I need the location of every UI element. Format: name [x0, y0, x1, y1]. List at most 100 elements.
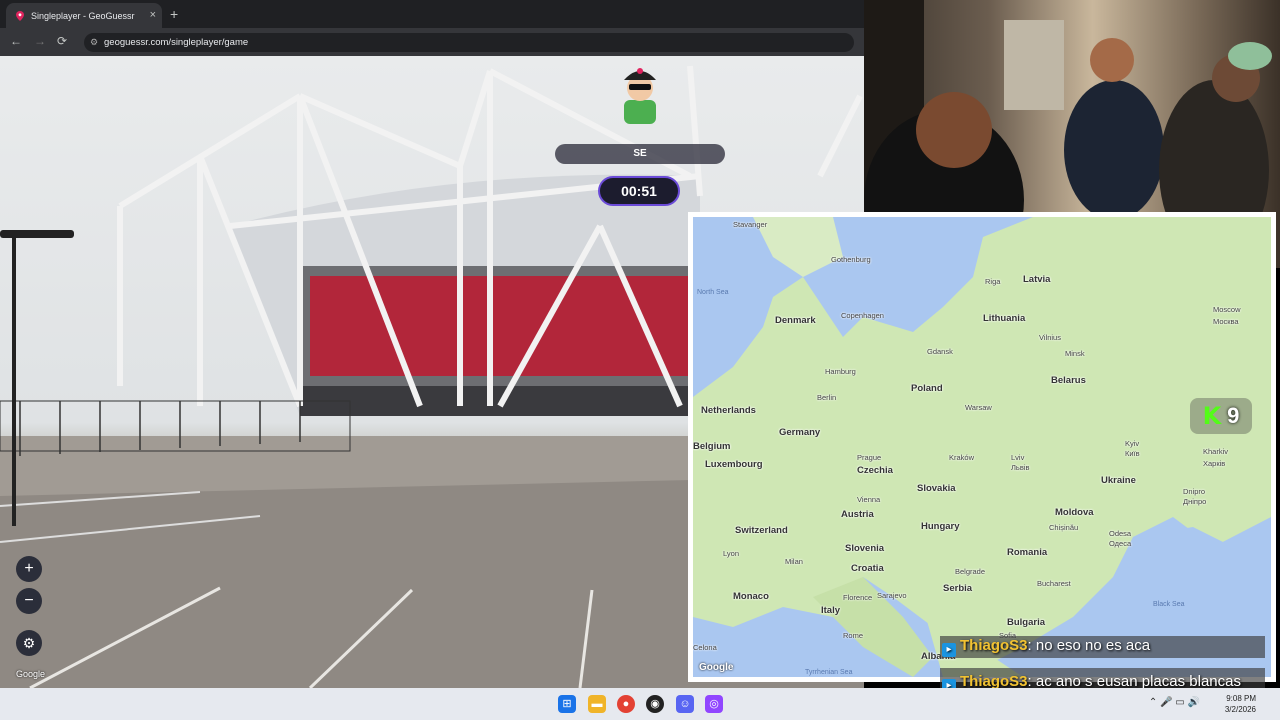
map-country-label: Italy [821, 605, 841, 616]
map-city-label: Stavanger [733, 220, 768, 229]
clock[interactable]: 9:08 PM 3/2/2026 [1225, 693, 1256, 715]
map-city-label: Київ [1125, 449, 1140, 458]
clock-time: 9:08 PM [1226, 694, 1256, 703]
map-city-label: Chișinău [1049, 523, 1079, 532]
clock-date: 3/2/2026 [1224, 705, 1256, 714]
map-country-label: Monaco [733, 591, 769, 602]
google-logo: Google [16, 669, 46, 679]
windows-taskbar: ⊞ ▬ ● ◉ ☺ ◎ ⌃ 🎤 ▭ 🔊 9:08 PM 3/2/2026 [0, 688, 1280, 720]
guess-map[interactable]: Latvia Lithuania Denmark Belarus Poland Nethe… [688, 212, 1276, 682]
map-city-label: Minsk [1065, 349, 1085, 358]
map-city-label: Celona [693, 643, 717, 652]
map-city-label: Riga [985, 277, 1001, 286]
map-city-label: Vilnius [1039, 333, 1061, 342]
timer-value: 00:51 [621, 183, 657, 199]
new-tab-button[interactable]: + [170, 6, 178, 22]
map-country-label: Luxembourg [705, 459, 763, 470]
tab-title: Singleplayer - GeoGuessr [31, 10, 135, 21]
zoom-out-button[interactable]: − [16, 588, 42, 614]
map-sea-label: North Sea [697, 289, 729, 296]
map-country-label: Ukraine [1101, 475, 1136, 486]
back-button[interactable]: ← [10, 34, 22, 48]
map-city-label: Харків [1203, 459, 1226, 468]
map-city-label: Rome [843, 631, 864, 640]
geoguessr-favicon-icon [16, 10, 24, 21]
compass-bar: SE [555, 144, 725, 164]
address-bar-row: ← → ⟳ ⚙ geoguessr.com/singleplayer/game [0, 28, 864, 56]
map-country-label: Denmark [775, 315, 816, 326]
map-country-label: Latvia [1023, 274, 1051, 285]
map-city-label: Москва [1213, 317, 1239, 326]
map-canvas[interactable]: Latvia Lithuania Denmark Belarus Poland Nethe… [693, 217, 1271, 677]
map-country-label: Czechia [857, 465, 893, 476]
map-city-label: Berlin [817, 393, 837, 402]
forward-button[interactable]: → [34, 34, 46, 48]
map-city-label: Florence [843, 593, 873, 602]
map-city-label: Lyon [723, 549, 739, 558]
map-city-label: Odesa [1109, 529, 1132, 538]
url-field[interactable]: ⚙ geoguessr.com/singleplayer/game [84, 33, 854, 52]
viewer-count: 9 [1227, 403, 1240, 428]
start-menu-icon[interactable]: ⊞ [558, 695, 576, 713]
map-country-label: Netherlands [701, 405, 756, 416]
chat-text: : no eso no es aca [1027, 637, 1151, 654]
map-city-label: Prague [857, 453, 882, 462]
map-country-label: Moldova [1055, 507, 1094, 518]
compass-heading: SE [633, 148, 647, 159]
map-country-label: Germany [779, 427, 821, 438]
reload-button[interactable]: ⟳ [57, 34, 67, 48]
map-city-label: Kyiv [1125, 439, 1140, 448]
map-country-label: Hungary [921, 521, 960, 532]
tab-close-icon[interactable]: × [150, 9, 156, 21]
map-country-label: Romania [1007, 547, 1048, 558]
site-info-icon[interactable]: ⚙ [90, 33, 98, 52]
map-country-label: Bulgaria [1007, 617, 1046, 628]
map-country-label: Croatia [851, 563, 884, 574]
map-country-label: Switzerland [735, 525, 788, 536]
map-city-label: Copenhagen [841, 311, 884, 320]
chat-badge-icon: ▸ [942, 643, 956, 657]
map-city-label: Bucharest [1037, 579, 1071, 588]
kick-logo-icon: K [1202, 402, 1222, 430]
map-city-label: Warsaw [965, 403, 992, 412]
discord-icon[interactable]: ☺ [676, 695, 694, 713]
map-city-label: Moscow [1213, 305, 1241, 314]
map-country-label: Lithuania [983, 313, 1026, 324]
map-city-label: Kraków [949, 453, 975, 462]
zoom-in-button[interactable]: + [16, 556, 42, 582]
map-sea-label: Tyrrhenian Sea [805, 669, 853, 676]
map-city-label: Одеса [1109, 539, 1132, 548]
kick-viewer-badge: K 9 [1190, 398, 1252, 434]
chat-message: ▸ ThiagoS3: no eso no es aca [942, 637, 1272, 657]
map-country-label: Poland [911, 383, 943, 394]
url-text: geoguessr.com/singleplayer/game [104, 37, 249, 48]
app-icon[interactable]: ◎ [705, 695, 723, 713]
system-tray-icons[interactable]: ⌃ 🎤 ▭ 🔊 [1149, 697, 1200, 708]
obs-icon[interactable]: ◉ [646, 695, 664, 713]
map-city-label: Дніпро [1183, 497, 1207, 506]
map-city-label: Milan [785, 557, 803, 566]
map-city-label: Gothenburg [831, 255, 871, 264]
map-sea-label: Black Sea [1153, 601, 1185, 608]
map-city-label: Dnipro [1183, 487, 1206, 496]
map-country-label: Belgium [693, 441, 731, 452]
map-city-label: Lviv [1011, 453, 1025, 462]
tab-geoguessr[interactable]: Singleplayer - GeoGuessr × [6, 3, 162, 28]
map-city-label: Vienna [857, 495, 881, 504]
gear-icon: ⚙ [22, 635, 36, 651]
map-city-label: Львів [1011, 463, 1030, 472]
map-city-label: Hamburg [825, 367, 856, 376]
settings-button[interactable]: ⚙ [16, 630, 42, 656]
chrome-icon[interactable]: ● [617, 695, 635, 713]
map-country-label: Serbia [943, 583, 973, 594]
map-country-label: Slovakia [917, 483, 956, 494]
map-country-label: Austria [841, 509, 874, 520]
player-avatar [616, 60, 664, 124]
map-country-label: Slovenia [845, 543, 885, 554]
map-google-logo: Google [699, 662, 734, 673]
map-country-label: Belarus [1051, 375, 1086, 386]
file-explorer-icon[interactable]: ▬ [588, 695, 606, 713]
map-land [693, 217, 1271, 677]
map-city-label: Gdansk [927, 347, 953, 356]
map-city-label: Belgrade [955, 567, 986, 576]
